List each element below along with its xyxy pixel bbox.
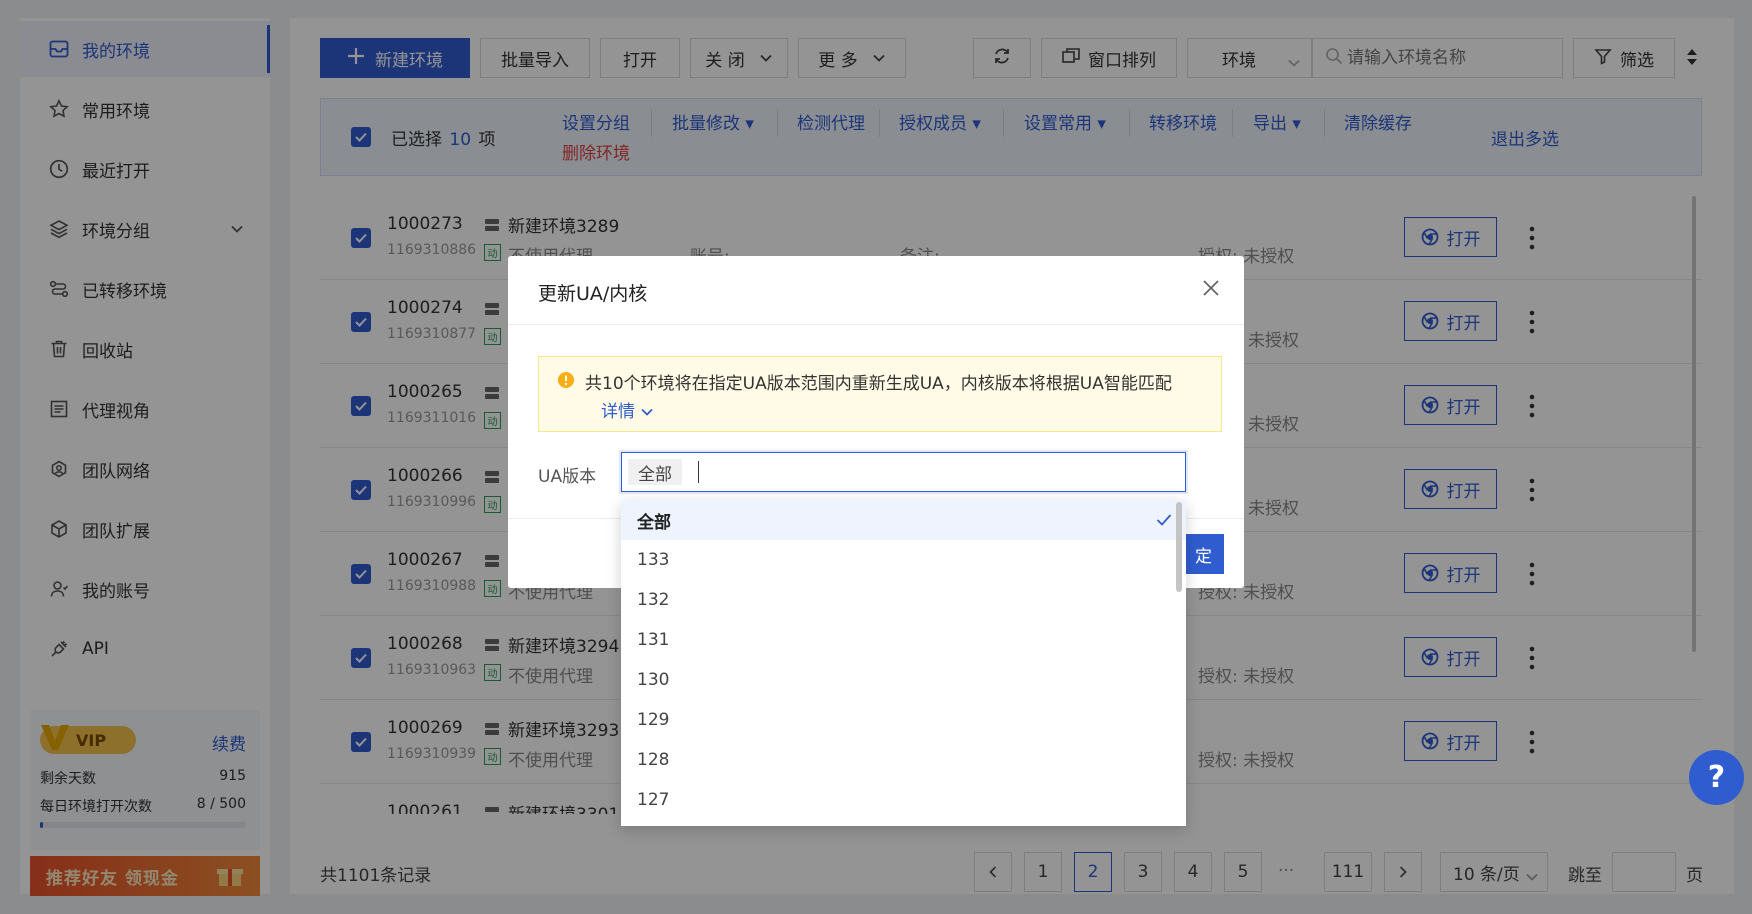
help-button[interactable]: ? bbox=[1689, 750, 1744, 805]
dropdown-option[interactable]: 130 bbox=[621, 660, 1186, 700]
ua-version-select[interactable]: 全部 bbox=[621, 452, 1186, 492]
text-cursor bbox=[698, 461, 699, 483]
option-label: 129 bbox=[637, 710, 670, 730]
option-label: 131 bbox=[637, 630, 670, 650]
dropdown-option[interactable]: 127 bbox=[621, 780, 1186, 820]
selected-tag[interactable]: 全部 bbox=[628, 459, 682, 485]
dropdown-option[interactable]: 全部 bbox=[621, 500, 1186, 540]
modal-title: 更新UA/内核 bbox=[538, 283, 648, 305]
details-link[interactable]: 详情 bbox=[601, 397, 654, 422]
dropdown-option[interactable]: 131 bbox=[621, 620, 1186, 660]
option-label: 133 bbox=[637, 550, 670, 570]
option-label: 132 bbox=[637, 590, 670, 610]
option-label: 130 bbox=[637, 670, 670, 690]
details-label: 详情 bbox=[601, 402, 635, 422]
dropdown-option[interactable]: 128 bbox=[621, 740, 1186, 780]
warning-icon bbox=[557, 371, 575, 393]
dropdown-option[interactable]: 129 bbox=[621, 700, 1186, 740]
option-label: 128 bbox=[637, 750, 670, 770]
modal-header-divider bbox=[508, 324, 1244, 325]
option-label: 127 bbox=[637, 790, 670, 810]
notice-text: 共10个环境将在指定UA版本范围内重新生成UA，内核版本将根据UA智能匹配 bbox=[585, 374, 1172, 394]
close-icon[interactable] bbox=[1202, 279, 1220, 301]
ua-version-label: UA版本 bbox=[538, 467, 597, 487]
ua-version-dropdown: 全部 133 132 131 130 129 128 127 bbox=[621, 500, 1186, 826]
dropdown-scrollbar[interactable] bbox=[1176, 502, 1182, 592]
dropdown-option[interactable]: 132 bbox=[621, 580, 1186, 620]
dropdown-option[interactable]: 133 bbox=[621, 540, 1186, 580]
check-icon bbox=[1156, 512, 1172, 532]
option-label: 全部 bbox=[637, 512, 671, 533]
notice-alert: 共10个环境将在指定UA版本范围内重新生成UA，内核版本将根据UA智能匹配 详情 bbox=[538, 356, 1222, 432]
